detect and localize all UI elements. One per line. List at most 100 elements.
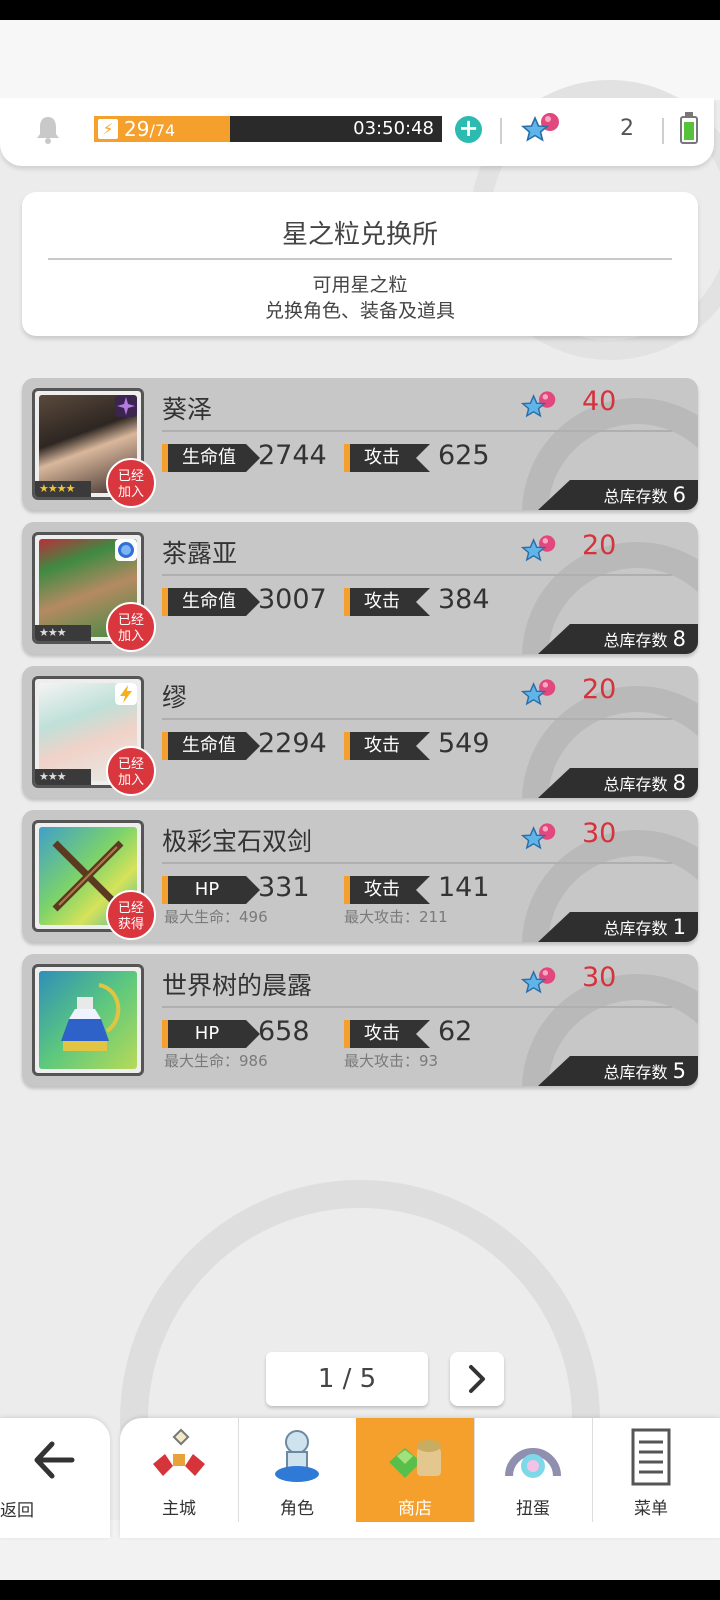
nav-label: 商店	[398, 1499, 432, 1519]
stat-value-attack: 141	[438, 872, 490, 903]
nav-label: 主城	[162, 1499, 196, 1519]
joined-badge: 已经 加入	[106, 602, 156, 652]
menu-list-icon	[631, 1428, 671, 1486]
joined-badge: 已经 加入	[106, 458, 156, 508]
acquired-badge: 已经 获得	[106, 890, 156, 940]
stat-max-attack: 最大攻击：211	[344, 908, 448, 926]
stat-value-hp: 2744	[258, 440, 327, 471]
add-energy-button[interactable]: +	[455, 116, 482, 143]
star-grain-count: 2	[620, 116, 634, 141]
stat-label-attack: 攻击	[344, 876, 430, 904]
item-price: 40	[582, 386, 617, 417]
energy-timer: 03:50:48	[353, 118, 434, 139]
lightning-icon: ⚡	[98, 119, 118, 139]
arrow-left-icon	[34, 1441, 75, 1479]
stat-value-attack: 549	[438, 728, 490, 759]
nav-shop[interactable]: 商店	[356, 1418, 474, 1522]
top-header-bar: ⚡ 29/74 03:50:48 + 2	[0, 98, 714, 166]
stat-value-hp: 3007	[258, 584, 327, 615]
item-name: 极彩宝石双剑	[162, 827, 313, 856]
divider	[662, 118, 664, 144]
stat-value-attack: 625	[438, 440, 490, 471]
gacha-icon	[505, 1448, 561, 1478]
page-indicator: 1 / 5	[266, 1352, 428, 1406]
stat-max-attack: 最大攻击：93	[344, 1052, 439, 1070]
main-city-icon	[153, 1428, 205, 1476]
star-grain-icon	[520, 391, 556, 418]
item-price: 30	[582, 962, 617, 993]
stat-value-hp: 658	[258, 1016, 310, 1047]
battery-icon	[680, 116, 698, 144]
energy-bar: ⚡ 29/74 03:50:48	[94, 116, 442, 142]
stat-max-hp: 最大生命：496	[164, 908, 268, 926]
divider	[162, 1006, 672, 1008]
stat-label-attack: 攻击	[344, 444, 430, 472]
shop-item-card[interactable]: ★★★ 已经 加入 茶露亚 20 生命值 3007 攻击 384 总库存数 8	[22, 522, 698, 654]
back-button[interactable]: 返回	[0, 1418, 110, 1538]
nav-label: 角色	[280, 1499, 314, 1519]
nav-menu[interactable]: 菜单	[592, 1418, 710, 1522]
dark-element-icon	[115, 395, 137, 417]
stat-max-hp: 最大生命：986	[164, 1052, 268, 1070]
stat-label-attack: 攻击	[344, 732, 430, 760]
stat-label-hp: HP	[162, 876, 260, 904]
info-line-1: 可用星之粒	[312, 274, 408, 296]
star-grain-icon	[520, 679, 556, 706]
shop-item-card[interactable]: ★★★ 已经 加入 缪 20 生命值 2294 攻击 549 总库存数 8	[22, 666, 698, 798]
item-name: 葵泽	[162, 395, 213, 424]
system-nav-bar	[0, 1580, 720, 1600]
nav-characters[interactable]: 角色	[238, 1418, 356, 1522]
divider	[48, 258, 672, 260]
info-line-2: 兑换角色、装备及道具	[264, 300, 455, 322]
divider	[162, 862, 672, 864]
character-icon	[275, 1430, 319, 1482]
shop-item-card[interactable]: ★★★★ 已经 加入 葵泽 40 生命值 2744 攻击 625 总库存数 6	[22, 378, 698, 510]
star-grain-icon	[520, 113, 559, 142]
rarity-stars: ★★★★	[35, 481, 91, 497]
stat-label-attack: 攻击	[344, 1020, 430, 1048]
joined-badge: 已经 加入	[106, 746, 156, 796]
nav-gacha[interactable]: 扭蛋	[474, 1418, 592, 1522]
water-element-icon	[115, 539, 137, 561]
stat-value-hp: 2294	[258, 728, 327, 759]
divider	[162, 430, 672, 432]
bottom-nav: 主城 角色 商店 扭蛋 菜单	[120, 1418, 720, 1538]
stat-value-hp: 331	[258, 872, 310, 903]
shop-item-card[interactable]: 世界树的晨露 30 HP 658 最大生命：986 攻击 62 最大攻击：93 …	[22, 954, 698, 1086]
nav-label: 扭蛋	[516, 1499, 550, 1519]
back-label: 返回	[0, 1501, 34, 1521]
next-page-button[interactable]	[450, 1352, 504, 1406]
shop-icon	[389, 1440, 441, 1478]
rarity-stars: ★★★	[35, 625, 91, 641]
item-name: 世界树的晨露	[162, 971, 313, 1000]
rarity-stars: ★★★	[35, 769, 91, 785]
divider	[162, 574, 672, 576]
stat-label-hp: 生命值	[162, 444, 260, 472]
item-name: 茶露亚	[162, 539, 238, 568]
potion-bottle-icon	[61, 983, 121, 1051]
bell-icon[interactable]	[34, 114, 62, 144]
nav-label: 菜单	[634, 1499, 668, 1519]
star-grain-icon	[520, 967, 556, 994]
chevron-right-icon	[469, 1365, 485, 1393]
stat-value-attack: 62	[438, 1016, 473, 1047]
page-title: 星之粒兑换所	[281, 220, 438, 250]
item-price: 20	[582, 674, 617, 705]
stat-label-attack: 攻击	[344, 588, 430, 616]
item-price: 30	[582, 818, 617, 849]
shop-item-card[interactable]: 已经 获得 极彩宝石双剑 30 HP 331 最大生命：496 攻击 141 最大…	[22, 810, 698, 942]
star-grain-icon	[520, 823, 556, 850]
item-price: 20	[582, 530, 617, 561]
lightning-element-icon	[115, 683, 137, 705]
exchange-info-card: 星之粒兑换所 可用星之粒 兑换角色、装备及道具	[22, 192, 698, 336]
star-grain-icon	[520, 535, 556, 562]
stat-label-hp: HP	[162, 1020, 260, 1048]
stat-value-attack: 384	[438, 584, 490, 615]
item-image	[32, 964, 144, 1076]
item-name: 缪	[162, 683, 188, 712]
stat-label-hp: 生命值	[162, 588, 260, 616]
nav-main-city[interactable]: 主城	[120, 1418, 238, 1522]
status-bar	[0, 0, 720, 20]
stat-label-hp: 生命值	[162, 732, 260, 760]
divider	[500, 118, 502, 144]
